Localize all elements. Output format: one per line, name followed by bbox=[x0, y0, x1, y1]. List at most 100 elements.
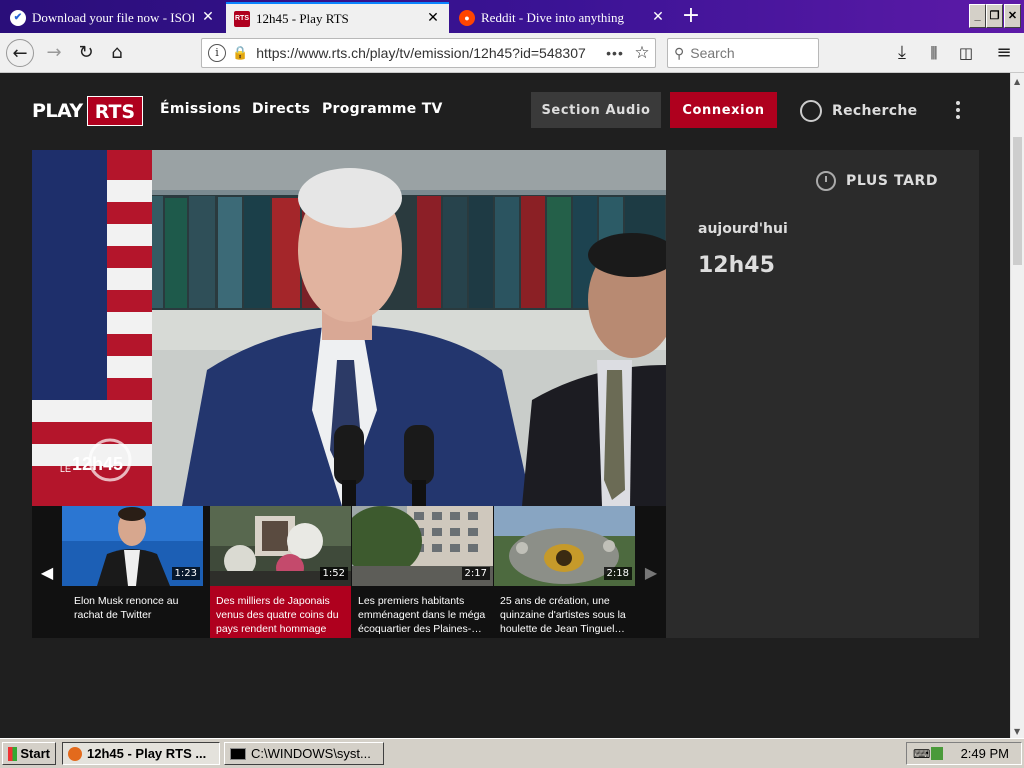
show-title: 12h45 bbox=[698, 253, 775, 278]
taskbar-task-cmd[interactable]: C:\WINDOWS\syst... bbox=[224, 742, 384, 765]
video-carousel: ◀ 1:23 Elon Musk renonce au rachat de Tw… bbox=[32, 506, 666, 638]
browser-toolbar: ← → ↻ ⌂ i 🔒 https://www.rts.ch/play/tv/e… bbox=[0, 33, 1024, 73]
new-tab-button[interactable]: + bbox=[678, 4, 704, 30]
library-button[interactable]: ⫼ bbox=[920, 39, 948, 67]
nav-directs[interactable]: Directs bbox=[252, 101, 310, 117]
back-button[interactable]: ← bbox=[6, 39, 34, 67]
browser-tab-strip: ✔ Download your file now - ISOR ✕ RTS 12… bbox=[0, 0, 1024, 33]
start-button[interactable]: Start bbox=[2, 742, 56, 765]
tab-title: 12h45 - Play RTS bbox=[256, 10, 349, 26]
chevron-right-icon: ▶ bbox=[644, 562, 658, 582]
home-button[interactable]: ⌂ bbox=[103, 39, 131, 67]
tab-title: Reddit - Dive into anything bbox=[481, 9, 624, 25]
duration-badge: 1:23 bbox=[171, 567, 200, 580]
task-label: C:\WINDOWS\syst... bbox=[251, 746, 371, 761]
broadcast-date: aujourd'hui bbox=[698, 221, 788, 237]
card-caption: 25 ans de création, une quinzaine d'arti… bbox=[500, 595, 626, 635]
close-icon[interactable]: ✕ bbox=[425, 10, 441, 27]
site-header: PLAY RTS Émissions Directs Programme TV … bbox=[0, 73, 1010, 145]
carousel-card[interactable]: 1:23 Elon Musk renonce au rachat de Twit… bbox=[62, 506, 203, 638]
duration-badge: 2:18 bbox=[603, 567, 632, 580]
console-icon bbox=[230, 747, 246, 760]
tab-title: Download your file now - ISOR bbox=[32, 9, 194, 25]
tab-reddit[interactable]: ● Reddit - Dive into anything ✕ bbox=[451, 2, 674, 33]
close-icon[interactable]: ✕ bbox=[200, 9, 216, 26]
carousel-card[interactable]: 2:18 25 ans de création, une quinzaine d… bbox=[494, 506, 635, 638]
close-icon[interactable]: ✕ bbox=[650, 9, 666, 26]
logo-play: PLAY bbox=[32, 100, 83, 122]
close-window-button[interactable]: ✕ bbox=[1004, 4, 1021, 28]
info-icon[interactable]: i bbox=[208, 44, 226, 62]
site-search-label: Recherche bbox=[832, 103, 918, 119]
logo-rts: RTS bbox=[86, 96, 144, 126]
scroll-down-icon[interactable]: ▼ bbox=[1014, 727, 1020, 736]
search-input[interactable]: ⚲ Search bbox=[667, 38, 819, 68]
scroll-up-icon[interactable]: ▲ bbox=[1014, 77, 1020, 86]
windows-logo-icon bbox=[8, 746, 18, 761]
reload-button[interactable]: ↻ bbox=[72, 39, 100, 67]
nav-programme-tv[interactable]: Programme TV bbox=[322, 101, 443, 117]
site-search-button[interactable]: Recherche bbox=[800, 97, 917, 125]
firefox-icon bbox=[68, 746, 82, 761]
chevron-left-icon: ◀ bbox=[40, 562, 54, 582]
clock-icon bbox=[816, 171, 836, 191]
later-label: PLUS TARD bbox=[846, 173, 939, 189]
task-label: 12h45 - Play RTS ... bbox=[87, 746, 207, 761]
rts-favicon-icon: RTS bbox=[234, 10, 250, 27]
tab-download[interactable]: ✔ Download your file now - ISOR ✕ bbox=[2, 2, 224, 33]
play-rts-logo[interactable]: PLAY RTS bbox=[32, 96, 144, 126]
windows-taskbar: Start 12h45 - Play RTS ... C:\WINDOWS\sy… bbox=[0, 738, 1024, 768]
schedule-panel: PLUS TARD aujourd'hui 12h45 bbox=[666, 150, 979, 638]
sidebar-icon: ◫ bbox=[958, 44, 974, 62]
search-icon bbox=[800, 100, 822, 122]
forward-button[interactable]: → bbox=[40, 39, 68, 67]
download-icon: ⤓ bbox=[898, 42, 906, 63]
start-label: Start bbox=[20, 746, 50, 761]
page-scrollbar[interactable]: ▲ ▼ bbox=[1010, 73, 1024, 738]
watermark-number: 12h45 bbox=[72, 454, 123, 474]
later-button[interactable]: PLUS TARD bbox=[816, 171, 938, 191]
downloads-button[interactable]: ⤓ bbox=[888, 39, 916, 67]
duration-badge: 2:17 bbox=[461, 567, 490, 580]
carousel-card[interactable]: 2:17 Les premiers habitants emménagent d… bbox=[352, 506, 493, 638]
clock-text[interactable]: 2:49 PM bbox=[961, 746, 1009, 761]
arrow-left-icon: ← bbox=[12, 43, 28, 64]
home-icon: ⌂ bbox=[111, 42, 123, 63]
check-icon: ✔ bbox=[10, 9, 26, 26]
duration-badge: 1:52 bbox=[319, 567, 348, 580]
restore-button[interactable]: ❐ bbox=[986, 4, 1003, 28]
carousel-next-button[interactable]: ▶ bbox=[636, 506, 666, 638]
section-audio-button[interactable]: Section Audio bbox=[531, 92, 661, 128]
page-actions-icon[interactable]: ••• bbox=[601, 45, 629, 61]
minimize-button[interactable]: _ bbox=[969, 4, 986, 28]
watermark-le: LE bbox=[60, 464, 71, 474]
menu-button[interactable]: ≡ bbox=[990, 39, 1018, 67]
card-caption: Les premiers habitants emménagent dans l… bbox=[358, 595, 486, 635]
security-icon[interactable] bbox=[931, 747, 943, 760]
reload-icon: ↻ bbox=[78, 42, 94, 63]
card-caption: Elon Musk renonce au rachat de Twitter bbox=[74, 595, 179, 621]
scrollbar-thumb[interactable] bbox=[1013, 137, 1022, 265]
url-bar[interactable]: i 🔒 https://www.rts.ch/play/tv/emission/… bbox=[201, 38, 656, 68]
hamburger-icon: ≡ bbox=[996, 42, 1012, 63]
plus-icon: + bbox=[681, 3, 701, 28]
nav-emissions[interactable]: Émissions bbox=[160, 101, 241, 117]
lock-icon: 🔒 bbox=[232, 45, 249, 60]
carousel-card[interactable]: 1:52 Des milliers de Japonais venus des … bbox=[210, 506, 351, 638]
carousel-prev-button[interactable]: ◀ bbox=[32, 506, 62, 638]
reddit-icon: ● bbox=[459, 9, 475, 26]
search-icon: ⚲ bbox=[674, 44, 685, 61]
card-caption: Des milliers de Japonais venus des quatr… bbox=[210, 586, 351, 638]
bookmark-star-icon[interactable]: ☆ bbox=[629, 43, 655, 63]
taskbar-task-firefox[interactable]: 12h45 - Play RTS ... bbox=[62, 742, 220, 765]
keyboard-icon[interactable]: ⌨ bbox=[913, 747, 930, 761]
url-text[interactable]: https://www.rts.ch/play/tv/emission/12h4… bbox=[256, 45, 601, 61]
login-button[interactable]: Connexion bbox=[670, 92, 777, 128]
tab-play-rts[interactable]: RTS 12h45 - Play RTS ✕ bbox=[226, 2, 449, 33]
video-frame: LE 12h45 bbox=[32, 150, 666, 506]
more-options-icon[interactable] bbox=[948, 98, 968, 122]
video-player[interactable]: LE 12h45 bbox=[32, 150, 666, 506]
sidebar-button[interactable]: ◫ bbox=[952, 39, 980, 67]
search-placeholder: Search bbox=[690, 45, 735, 61]
system-tray: ⌨ 2:49 PM bbox=[906, 742, 1022, 765]
